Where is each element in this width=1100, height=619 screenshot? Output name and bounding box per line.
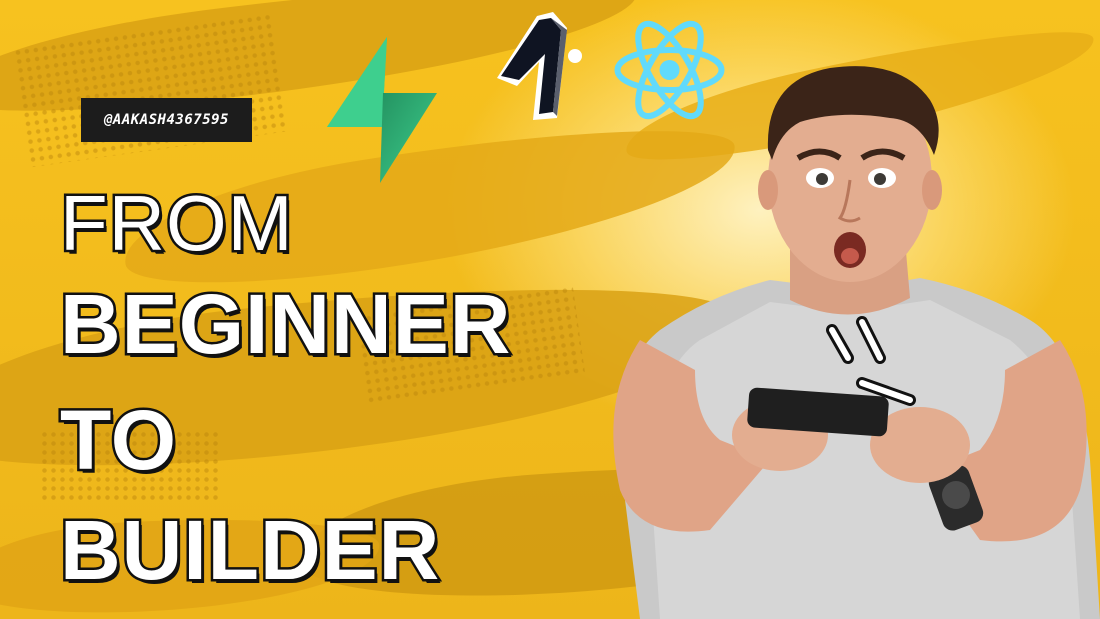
- halftone-dots: [12, 12, 288, 168]
- title-builder: BUILDER: [57, 503, 441, 597]
- title-beginner: BEGINNER: [57, 277, 512, 371]
- title-to: TO: [57, 393, 178, 487]
- title-from: FROM: [58, 179, 296, 267]
- channel-handle-badge: @AAKASH4367595: [81, 98, 252, 142]
- supabase-logo: [327, 37, 437, 183]
- surprised-man-illustration: [613, 66, 1100, 619]
- lovable-logo: [497, 12, 582, 120]
